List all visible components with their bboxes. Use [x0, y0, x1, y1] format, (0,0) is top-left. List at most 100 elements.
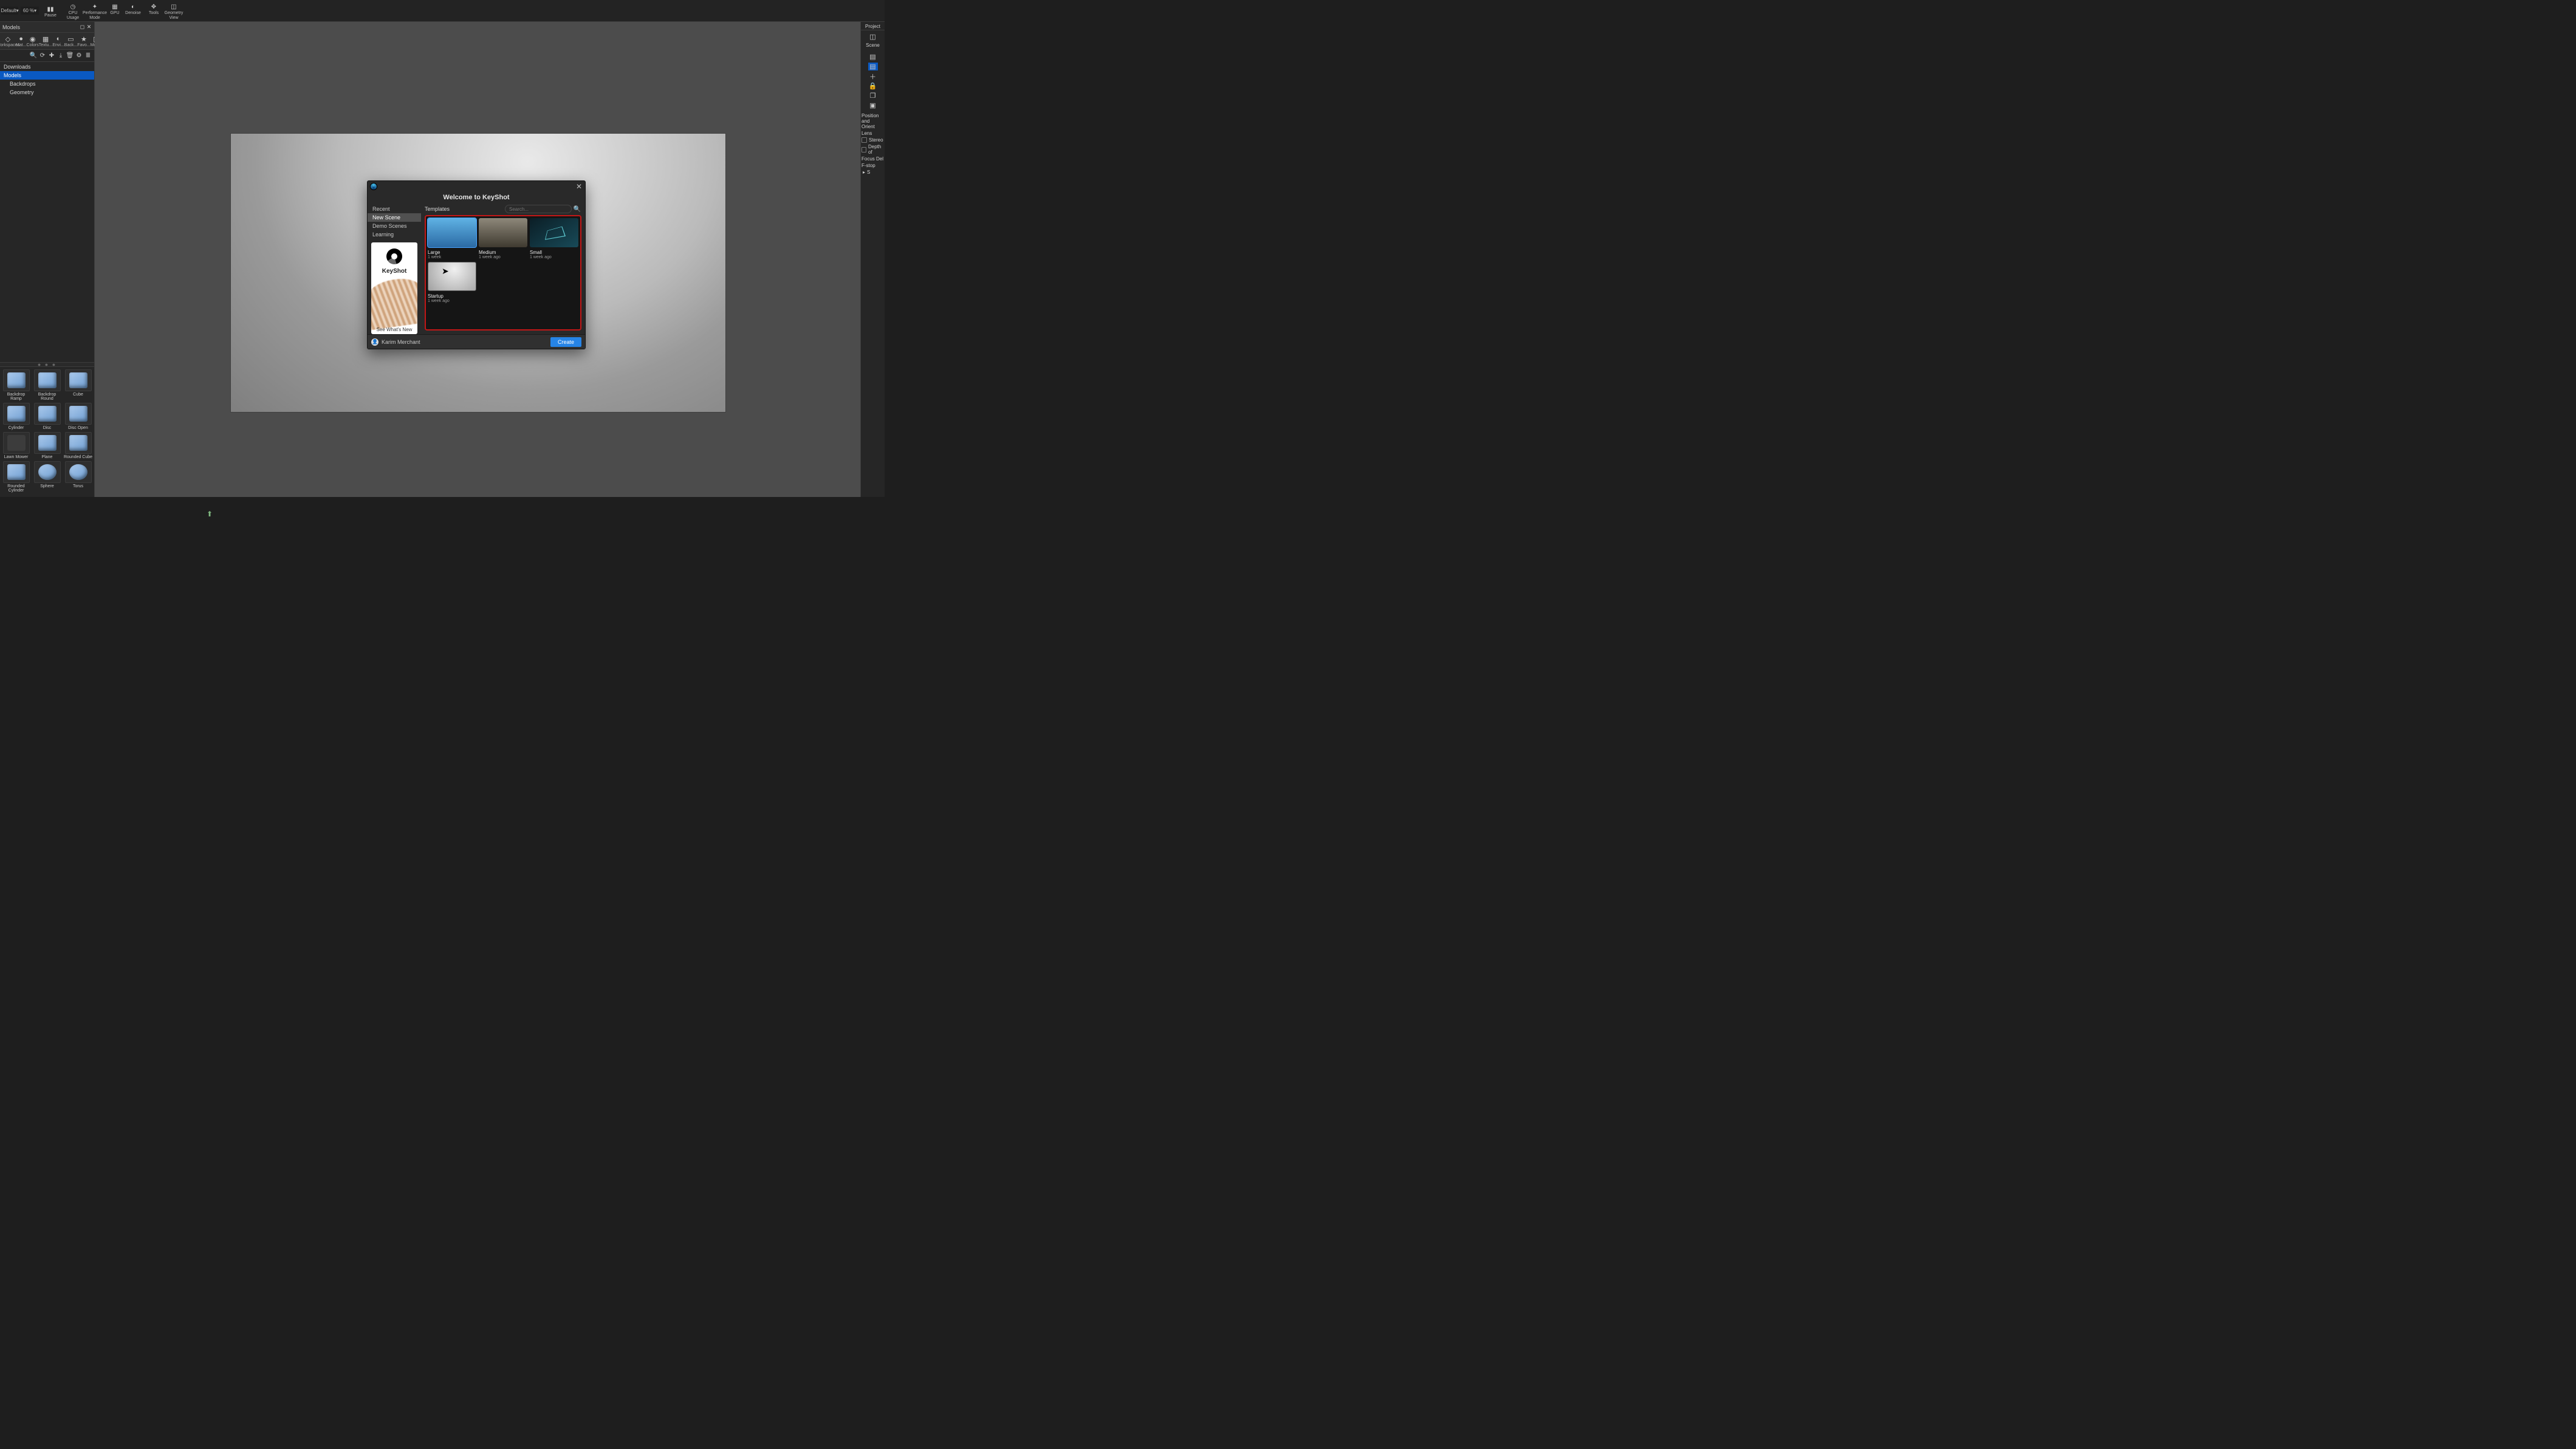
library-title: Models [2, 24, 20, 30]
tab-colors[interactable]: ◉Colors [27, 33, 39, 49]
whats-new-promo[interactable]: KeyShot See What's New [371, 242, 417, 334]
chevron-down-icon: ▾ [34, 8, 36, 13]
template-name: Large [428, 250, 476, 255]
pause-group: ▮▮ Pause [41, 4, 60, 18]
gpu-icon: ▦ [112, 4, 117, 11]
templates-label: Templates [425, 206, 450, 212]
library-header-buttons: ◻ ✕ [80, 24, 92, 30]
template-name: Small [530, 250, 578, 255]
nav-learning[interactable]: Learning [368, 230, 421, 239]
performance-mode-button[interactable]: ✦ Performance Mode [84, 1, 106, 21]
performance-icon: ✦ [92, 4, 97, 11]
zoom-dropdown[interactable]: 60 % ▾ [21, 7, 39, 15]
close-button[interactable]: ✕ [575, 183, 583, 190]
tab-workspaces[interactable]: ◇Workspaces [0, 33, 16, 49]
render-mode-group: ◷ CPU Usage ✦ Performance Mode ▦ GPU ◐ D… [62, 1, 142, 21]
trash-icon[interactable]: 🗑 [66, 52, 74, 60]
panel-resize-handle[interactable]: ● ● ● [0, 362, 94, 367]
thumb-rounded-cube[interactable]: Rounded Cube [63, 432, 93, 459]
tree-models[interactable]: Models [0, 71, 94, 80]
search-icon[interactable]: 🔍 [573, 205, 581, 213]
search-wrap: 🔍 [505, 205, 581, 213]
search-icon[interactable]: 🔍 [30, 52, 37, 60]
thumb-cube[interactable]: Cube [63, 369, 93, 401]
tab-backplate[interactable]: ▭Back... [64, 33, 77, 49]
close-icon[interactable]: ✕ [86, 24, 92, 30]
thumb-backdrop-round[interactable]: Backdrop Round [32, 369, 62, 401]
environments-icon: ◐ [54, 35, 63, 43]
paste-icon[interactable]: ▣ [868, 101, 878, 109]
prop-stereo[interactable]: Stereo [862, 137, 884, 143]
create-button[interactable]: Create [550, 337, 581, 347]
tree-downloads[interactable]: Downloads [0, 63, 94, 71]
pause-icon: ▮▮ [47, 6, 53, 13]
search-input[interactable] [505, 205, 572, 213]
thumb-sphere[interactable]: Sphere [32, 461, 62, 493]
cpu-usage-label: CPU Usage [62, 11, 84, 21]
new-window-icon[interactable]: ◻ [80, 24, 85, 30]
camera-icon[interactable]: ▤ [868, 63, 878, 70]
library-tabs: ◇Workspaces ●Mat... ◉Colors ▦Textu... ◐E… [0, 33, 94, 50]
scene-tab-label: Scene [866, 43, 880, 48]
tab-environments[interactable]: ◐Envi... [52, 33, 64, 49]
thumb-cylinder[interactable]: Cylinder [1, 403, 31, 430]
project-section-icons: ▤ ▤ ＋ 🔒 ❐ ▣ [868, 50, 878, 112]
copy-icon[interactable]: ❐ [868, 92, 878, 100]
cpu-usage-button[interactable]: ◷ CPU Usage [62, 1, 84, 21]
project-properties: Position and Orient Lens Stereo Depth of… [861, 112, 885, 176]
list-view-icon[interactable]: ≣ [84, 52, 92, 60]
tab-materials[interactable]: ●Mat... [16, 33, 27, 49]
geometry-view-button[interactable]: ◫ Geometry View [163, 1, 185, 21]
add-icon[interactable]: ＋ [868, 72, 878, 80]
tools-button[interactable]: ✥ Tools [145, 1, 163, 16]
tree-backdrops[interactable]: Backdrops [0, 80, 94, 88]
pause-button[interactable]: ▮▮ Pause [41, 4, 60, 18]
nav-recent[interactable]: Recent [368, 205, 421, 213]
lock-icon[interactable]: 🔒 [868, 82, 878, 90]
library-panel: Models ◻ ✕ ◇Workspaces ●Mat... ◉Colors ▦… [0, 22, 95, 497]
workspaces-icon: ◇ [4, 35, 12, 43]
prop-lens: Lens [862, 131, 884, 136]
template-startup[interactable]: Startup 1 week ago [428, 262, 476, 303]
sheet-icon[interactable]: ▤ [868, 53, 878, 61]
template-small[interactable]: Small 1 week ago [530, 218, 578, 259]
gpu-button[interactable]: ▦ GPU [106, 1, 124, 16]
import-icon[interactable]: ⤓ [57, 52, 64, 60]
thumb-backdrop-ramp[interactable]: Backdrop Ramp [1, 369, 31, 401]
template-thumb [530, 218, 578, 247]
refresh-icon[interactable]: ⟳ [39, 52, 46, 60]
checkbox-icon[interactable] [862, 137, 867, 143]
tab-textures[interactable]: ▦Textu... [39, 33, 53, 49]
add-folder-icon[interactable]: ✚ [48, 52, 55, 60]
welcome-dialog: ✕ Welcome to KeyShot Recent New Scene De… [367, 180, 586, 349]
thumb-lawn-mower[interactable]: Lawn Mower [1, 432, 31, 459]
nav-demo-scenes[interactable]: Demo Scenes [368, 222, 421, 230]
promo-art [371, 276, 417, 331]
thumb-rounded-cylinder[interactable]: Rounded Cylinder [1, 461, 31, 493]
tree-geometry[interactable]: Geometry [0, 88, 94, 97]
denoise-button[interactable]: ◐ Denoise [124, 1, 142, 16]
settings-icon[interactable]: ⚙ [75, 52, 83, 60]
user-chip[interactable]: 👤 Karim Merchant [371, 338, 420, 346]
user-name: Karim Merchant [382, 339, 420, 345]
template-thumb [479, 218, 527, 247]
thumb-torus[interactable]: Torus [63, 461, 93, 493]
template-large[interactable]: Large 1 week [428, 218, 476, 259]
resolution-dropdown[interactable]: Default ▾ [1, 7, 18, 15]
scene-tab-icon[interactable]: ◫ [868, 33, 878, 41]
thumb-plane[interactable]: Plane [32, 432, 62, 459]
template-date: 1 week ago [479, 255, 527, 259]
prop-settings-disclosure[interactable]: ▸S [862, 170, 884, 175]
tab-favorites[interactable]: ★Favo... [77, 33, 90, 49]
thumb-disc-open[interactable]: Disc Open [63, 403, 93, 430]
model-thumbnails: Backdrop Ramp Backdrop Round Cube Cylind… [0, 367, 94, 497]
thumb-disc[interactable]: Disc [32, 403, 62, 430]
nav-new-scene[interactable]: New Scene [368, 213, 421, 222]
promo-cta[interactable]: See What's New [371, 327, 417, 332]
performance-label: Performance Mode [83, 11, 107, 21]
template-date: 1 week ago [428, 299, 476, 303]
checkbox-icon[interactable] [862, 147, 866, 152]
tools-label: Tools [149, 11, 159, 16]
template-medium[interactable]: Medium 1 week ago [479, 218, 527, 259]
prop-dof[interactable]: Depth of [862, 144, 884, 155]
